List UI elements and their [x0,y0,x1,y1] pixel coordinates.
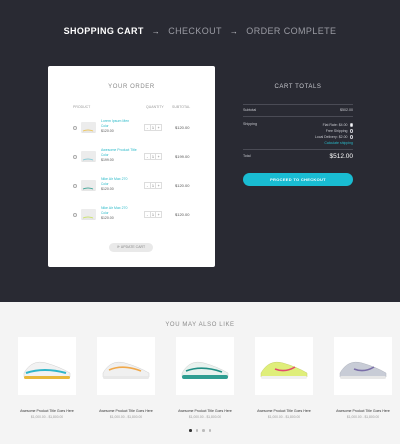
order-title: YOUR ORDER [108,84,155,90]
proceed-to-checkout-button[interactable]: PROCEED TO CHECKOUT [243,173,353,186]
item-color: Color [101,211,109,215]
item-subtotal: $120.00 [175,183,190,188]
product-price: $1,000.00 - $1,800.00 [30,415,64,419]
calculate-shipping-link[interactable]: Calculate shipping [315,140,353,146]
item-name[interactable]: Nike Air Max 270 [101,177,127,181]
item-name[interactable]: Awesome Product Title [101,148,137,152]
step-checkout[interactable]: CHECKOUT [168,26,222,36]
product-thumbnail[interactable] [81,180,96,191]
totals-title: CART TOTALS [274,84,322,90]
item-color: Color [101,182,109,186]
step-order-complete[interactable]: ORDER COMPLETE [246,26,336,36]
arrow-right-icon: → [229,26,239,36]
order-item: Nike Air Max 270 Color $120.00 -1 + $120.… [73,174,191,196]
shipping-option-label: Free Shipping [325,129,348,133]
carousel-dot[interactable] [195,429,198,432]
remove-item-icon[interactable] [73,184,77,188]
product-card[interactable]: Awesome Product Title Goes Here $1,000.0… [176,337,234,441]
plus-icon[interactable]: + [156,154,161,159]
product-thumbnail[interactable] [81,151,96,162]
product-image[interactable] [97,337,155,395]
radio-selected-icon[interactable] [349,123,353,127]
product-price: $1,000.00 - $1,800.00 [346,415,380,419]
shipping-label: Shipping [243,122,257,126]
product-price: $1,000.00 - $1,800.00 [267,415,301,419]
shipping-options: Flat Rate: $4.00 Free Shipping Local Del… [315,122,353,146]
order-item: Lorem Ipsum Men Color $120.00 -1 + $120.0… [73,116,191,138]
product-image[interactable] [176,337,234,395]
product-image[interactable] [334,337,392,395]
divider [243,104,353,105]
product-name[interactable]: Awesome Product Title Goes Here [176,409,234,413]
step-shopping-cart[interactable]: SHOPPING CART [64,26,144,36]
product-image[interactable] [255,337,313,395]
subtotal-row: Subtotal $502.00 [243,108,353,112]
divider [243,116,353,117]
plus-icon[interactable]: + [156,125,161,130]
remove-item-icon[interactable] [73,155,77,159]
radio-icon[interactable] [349,135,353,139]
order-card: YOUR ORDER PRODUCT QUANTITY SUBTOTAL Lor… [48,66,215,267]
product-image[interactable] [18,337,76,395]
plus-icon[interactable]: + [156,212,161,217]
update-cart-label: UPDATE CART [120,245,146,249]
header-subtotal: SUBTOTAL [172,105,191,109]
quantity-stepper[interactable]: -1 + [144,153,162,160]
item-color: Color [101,153,109,157]
plus-icon[interactable]: + [156,183,161,188]
product-name[interactable]: Awesome Product Title Goes Here [334,409,392,413]
total-label: Total [243,154,251,158]
subtotal-label: Subtotal [243,108,257,112]
remove-item-icon[interactable] [73,213,77,217]
product-price: $1,000.00 - $1,800.00 [188,415,222,419]
item-price: $120.00 [101,187,114,191]
product-card[interactable]: Awesome Product Title Goes Here $1,000.0… [255,337,313,441]
product-name[interactable]: Awesome Product Title Goes Here [255,409,313,413]
total-value: $512.00 [329,153,354,160]
shipping-option-label: Local Delivery: $2.00 [314,135,348,139]
product-name[interactable]: Awesome Product Title Goes Here [97,409,155,413]
quantity-stepper[interactable]: -1 + [144,182,162,189]
quantity-stepper[interactable]: -1 + [144,211,162,218]
product-price: $1,000.00 - $1,800.00 [109,415,143,419]
item-color: Color [101,124,109,128]
radio-icon[interactable] [349,129,353,133]
header-quantity: QUANTITY [146,105,164,109]
header-product: PRODUCT [73,105,91,109]
item-price: $120.00 [101,129,114,133]
carousel-dots [0,429,400,432]
item-subtotal: $199.00 [175,154,190,159]
related-products-section: YOU MAY ALSO LIKE Awesome Product Title … [0,302,400,444]
quantity-stepper[interactable]: -1 + [144,124,162,131]
top-section: SHOPPING CART → CHECKOUT → ORDER COMPLET… [0,0,400,302]
related-title: YOU MAY ALSO LIKE [165,322,235,328]
order-item: Nike Air Max 270 Color $120.00 -1 + $120.… [73,203,191,225]
total-row: Total $512.00 [243,153,354,160]
item-name[interactable]: Lorem Ipsum Men [101,119,129,123]
divider [243,149,353,150]
carousel-dot[interactable] [208,429,211,432]
product-thumbnail[interactable] [81,209,96,220]
shipping-option-label: Flat Rate: $4.00 [322,123,348,127]
order-item: Awesome Product Title Color $199.00 -1 + … [73,145,191,167]
shipping-row: Shipping Flat Rate: $4.00 Free Shipping … [243,122,353,145]
product-card[interactable]: Awesome Product Title Goes Here $1,000.0… [97,337,155,441]
product-name[interactable]: Awesome Product Title Goes Here [18,409,76,413]
item-price: $199.00 [101,158,114,162]
checkout-steps: SHOPPING CART → CHECKOUT → ORDER COMPLET… [0,26,400,36]
subtotal-value: $502.00 [340,108,353,112]
carousel-dot[interactable] [189,429,192,432]
product-card[interactable]: Awesome Product Title Goes Here $1,000.0… [18,337,76,441]
product-card[interactable]: Awesome Product Title Goes Here $1,000.0… [334,337,392,441]
item-subtotal: $120.00 [175,125,190,130]
product-thumbnail[interactable] [81,122,96,133]
remove-item-icon[interactable] [73,126,77,130]
arrow-right-icon: → [151,26,161,36]
item-name[interactable]: Nike Air Max 270 [101,206,127,210]
update-cart-button[interactable]: ⟳ UPDATE CART [109,243,153,252]
carousel-dot[interactable] [202,429,205,432]
item-price: $120.00 [101,216,114,220]
item-subtotal: $120.00 [175,212,190,217]
